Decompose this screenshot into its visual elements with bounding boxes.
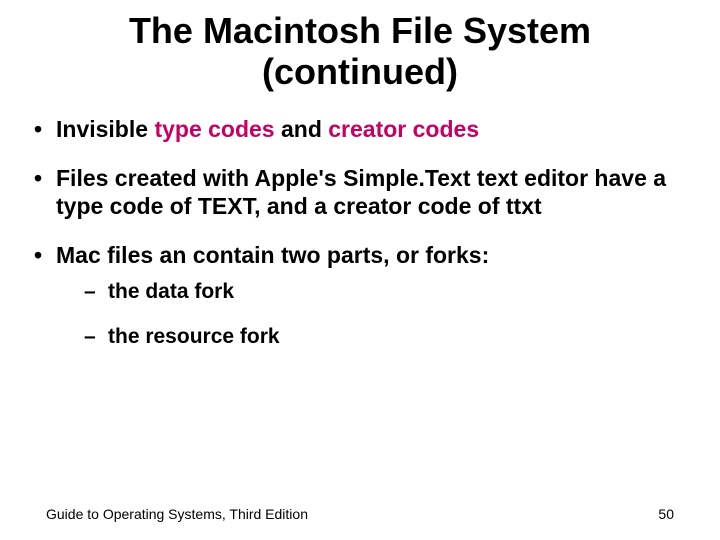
footer-source: Guide to Operating Systems, Third Editio…	[46, 506, 308, 522]
bullet-1-text-mid: and	[275, 116, 329, 142]
sub-bullet-list: the data fork the resource fork	[56, 278, 692, 351]
sub-bullet-1: the data fork	[56, 278, 692, 305]
sub-bullet-2: the resource fork	[56, 323, 692, 350]
page-number: 50	[658, 506, 674, 522]
bullet-list: Invisible type codes and creator codes F…	[28, 115, 692, 351]
bullet-3-text: Mac files an contain two parts, or forks…	[56, 242, 489, 268]
bullet-1-highlight-1: type codes	[154, 116, 274, 142]
bullet-3: Mac files an contain two parts, or forks…	[28, 241, 692, 350]
slide-title: The Macintosh File System (continued)	[28, 10, 692, 93]
footer: Guide to Operating Systems, Third Editio…	[0, 506, 720, 522]
slide: The Macintosh File System (continued) In…	[0, 0, 720, 540]
bullet-1-text-pre: Invisible	[56, 116, 154, 142]
bullet-1: Invisible type codes and creator codes	[28, 115, 692, 144]
bullet-2: Files created with Apple's Simple.Text t…	[28, 164, 692, 222]
bullet-1-highlight-2: creator codes	[328, 116, 479, 142]
